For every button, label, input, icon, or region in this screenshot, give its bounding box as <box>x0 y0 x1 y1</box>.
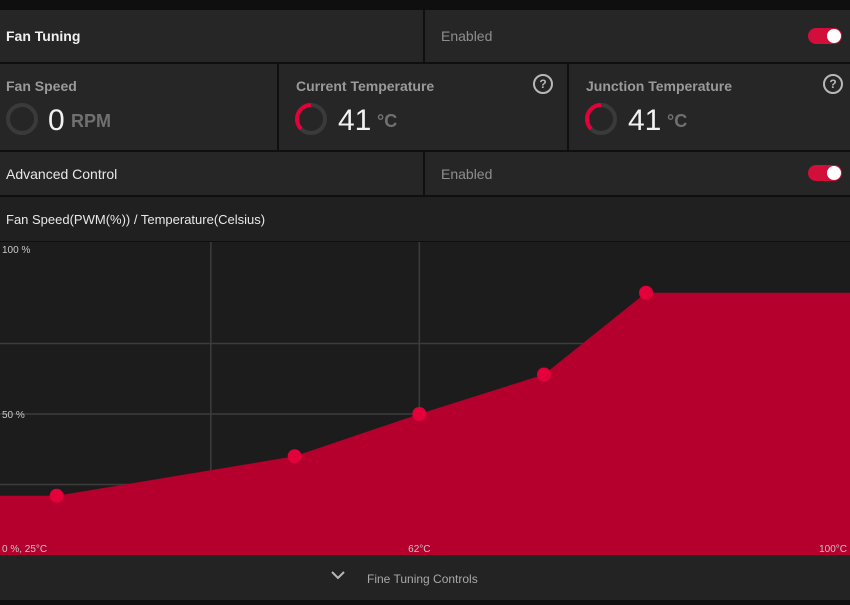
y-tick-label-top: 100 % <box>2 245 30 256</box>
junction-temperature-value: 41 <box>628 104 662 137</box>
y-tick-label-mid: 50 % <box>2 410 25 421</box>
current-temperature-value: 41 <box>338 104 372 137</box>
fan-speed-unit: RPM <box>71 111 111 131</box>
fan-tuning-status-panel: Enabled <box>425 10 850 62</box>
curve-point-2[interactable] <box>287 449 302 464</box>
advanced-control-status: Enabled <box>441 166 493 182</box>
advanced-control-row: Advanced Control <box>0 152 423 195</box>
current-temperature-gauge-icon <box>295 103 327 135</box>
fan-curve-chart[interactable]: 100 % 50 % 0 %, 25°C 62°C 100°C <box>0 242 850 555</box>
toggle-knob <box>827 29 841 43</box>
curve-point-1[interactable] <box>49 488 64 503</box>
fan-tuning-toggle[interactable] <box>808 28 842 44</box>
advanced-control-status-panel: Enabled <box>425 152 850 195</box>
fan-curve-svg[interactable]: 100 % 50 % 0 %, 25°C 62°C 100°C <box>0 242 850 555</box>
junction-temperature-card: Junction Temperature ? 41 °C <box>569 64 850 150</box>
current-temperature-unit: °C <box>377 111 398 131</box>
x-tick-label-mid: 62°C <box>408 544 430 555</box>
x-tick-label-origin: 0 %, 25°C <box>2 544 47 555</box>
fan-speed-value: 0 <box>48 104 65 137</box>
fan-speed-gauge-icon <box>6 103 38 135</box>
fan-tuning-status: Enabled <box>441 28 493 44</box>
curve-point-3[interactable] <box>412 407 427 421</box>
chart-title: Fan Speed(PWM(%)) / Temperature(Celsius) <box>6 212 266 227</box>
junction-temperature-help-icon[interactable]: ? <box>823 74 843 94</box>
fine-tuning-footer[interactable]: Fine Tuning Controls <box>0 555 850 600</box>
advanced-control-toggle[interactable] <box>808 165 842 181</box>
x-tick-label-end: 100°C <box>819 544 847 555</box>
fan-speed-card: Fan Speed 0 RPM <box>0 64 277 150</box>
junction-temperature-label: Junction Temperature <box>586 78 732 94</box>
chart-header: Fan Speed(PWM(%)) / Temperature(Celsius) <box>0 197 850 241</box>
current-temperature-label: Current Temperature <box>296 78 435 94</box>
advanced-control-title: Advanced Control <box>6 166 118 182</box>
chevron-down-icon[interactable] <box>331 570 345 580</box>
curve-point-4[interactable] <box>537 367 551 382</box>
curve-point-5[interactable] <box>639 285 653 300</box>
fan-tuning-row: Fan Tuning <box>0 10 423 62</box>
junction-temperature-gauge-icon <box>585 103 617 135</box>
junction-temperature-unit: °C <box>667 111 688 131</box>
fan-speed-label: Fan Speed <box>6 78 77 94</box>
fan-curve-area <box>0 292 850 555</box>
fan-tuning-title: Fan Tuning <box>6 28 81 44</box>
current-temperature-help-icon[interactable]: ? <box>533 74 553 94</box>
current-temperature-card: Current Temperature ? 41 °C <box>279 64 567 150</box>
fine-tuning-controls-label[interactable]: Fine Tuning Controls <box>367 572 478 586</box>
toggle-knob <box>827 166 841 180</box>
